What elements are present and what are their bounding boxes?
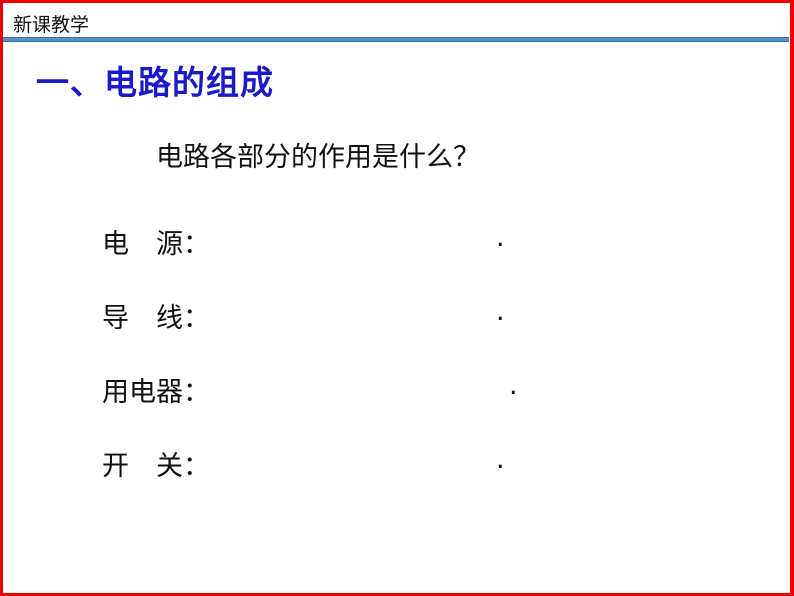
list-item-wire: 导 线： . <box>102 296 532 336</box>
item-label: 电 源： <box>102 229 210 260</box>
list-item-power-source: 电 源： . <box>102 222 532 262</box>
list-item-switch: 开 关： . <box>102 444 532 484</box>
slide-title: 一、电路的组成 <box>36 63 274 102</box>
blank-end-mark: . <box>496 222 505 253</box>
blank-end-mark: . <box>496 296 505 327</box>
blank-end-mark: . <box>509 370 518 401</box>
item-label: 导 线： <box>102 303 210 334</box>
question-text: 电路各部分的作用是什么？ <box>156 142 480 173</box>
item-label: 开 关： <box>102 451 210 482</box>
header-divider <box>3 37 789 42</box>
list-item-appliance: 用电器： . <box>102 370 532 410</box>
item-label: 用电器： <box>102 377 210 408</box>
blank-end-mark: . <box>496 444 505 475</box>
section-label: 新课教学 <box>13 14 90 36</box>
